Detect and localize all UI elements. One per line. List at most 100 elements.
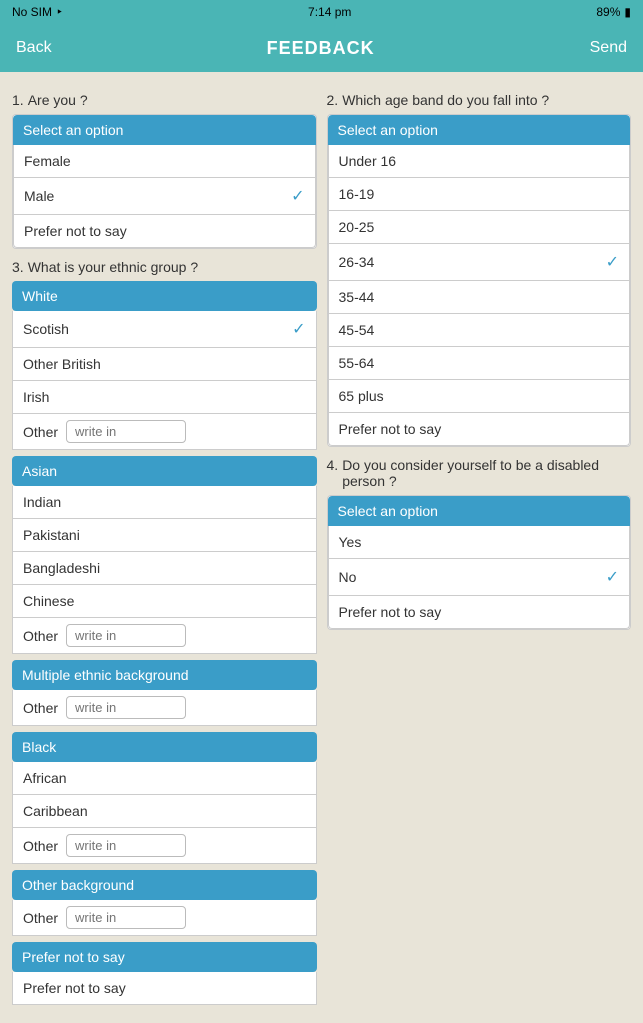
group-white-options: Scotish ✓ Other British Irish Other: [12, 311, 317, 450]
q4-number: 4.: [327, 457, 339, 473]
q2-option-under16[interactable]: Under 16: [329, 145, 630, 178]
q1-select-bar[interactable]: Select an option: [13, 115, 316, 145]
group-multiple: Multiple ethnic background Other: [12, 660, 317, 726]
q2-option-35-44[interactable]: 35-44: [329, 281, 630, 314]
nav-bar: Back FEEDBACK Send: [0, 24, 643, 72]
white-other-input[interactable]: [66, 420, 186, 443]
option-scotish[interactable]: Scotish ✓: [13, 311, 316, 348]
q4-option-no[interactable]: No ✓: [329, 559, 630, 596]
send-button[interactable]: Send: [590, 39, 627, 57]
q1-option-prefer[interactable]: Prefer not to say: [14, 215, 315, 247]
q4-options-block: Select an option Yes No ✓ Prefer not to …: [327, 495, 632, 630]
q3-label: What is your ethnic group ?: [28, 259, 198, 275]
q4-title: 4. Do you consider yourself to be a disa…: [327, 457, 632, 489]
q1-male-label: Male: [24, 188, 54, 204]
q2-option-65plus[interactable]: 65 plus: [329, 380, 630, 413]
option-other-british[interactable]: Other British: [13, 348, 316, 381]
option-other-bg-other[interactable]: Other: [13, 900, 316, 935]
question-3: 3. What is your ethnic group ? White Sco…: [12, 259, 317, 1005]
other-bg-other-input[interactable]: [66, 906, 186, 929]
q1-option-male[interactable]: Male ✓: [14, 178, 315, 215]
group-white-header: White: [12, 281, 317, 311]
group-other-bg-options: Other: [12, 900, 317, 936]
q2-option-26-34[interactable]: 26-34 ✓: [329, 244, 630, 281]
group-multiple-header: Multiple ethnic background: [12, 660, 317, 690]
q2-title: 2. Which age band do you fall into ?: [327, 92, 632, 108]
group-other-bg: Other background Other: [12, 870, 317, 936]
option-pakistani[interactable]: Pakistani: [13, 519, 316, 552]
q1-options-block: Select an option Female Male ✓ Prefer no…: [12, 114, 317, 249]
option-bangladeshi[interactable]: Bangladeshi: [13, 552, 316, 585]
q2-option-prefer[interactable]: Prefer not to say: [329, 413, 630, 445]
battery-text: 89%: [596, 5, 620, 19]
group-black-header: Black: [12, 732, 317, 762]
page-title: FEEDBACK: [267, 38, 375, 59]
option-caribbean[interactable]: Caribbean: [13, 795, 316, 828]
q1-prefer-label: Prefer not to say: [24, 223, 127, 239]
right-column: 2. Which age band do you fall into ? Sel…: [327, 84, 632, 1011]
group-prefer-options: Prefer not to say: [12, 972, 317, 1005]
status-bar-time: 7:14 pm: [308, 5, 351, 19]
q1-title: 1. Are you ?: [12, 92, 317, 108]
group-multiple-options: Other: [12, 690, 317, 726]
option-black-other[interactable]: Other: [13, 828, 316, 863]
status-bar-left: No SIM ‣: [12, 5, 63, 19]
group-black: Black African Caribbean Other: [12, 732, 317, 864]
scotish-check: ✓: [292, 319, 305, 339]
question-1: 1. Are you ? Select an option Female Mal…: [12, 92, 317, 249]
option-irish[interactable]: Irish: [13, 381, 316, 414]
q4-option-yes[interactable]: Yes: [329, 526, 630, 559]
question-4: 4. Do you consider yourself to be a disa…: [327, 457, 632, 630]
q2-number: 2.: [327, 92, 339, 108]
wifi-icon: ‣: [56, 5, 63, 19]
main-content: 1. Are you ? Select an option Female Mal…: [0, 72, 643, 1023]
q2-options-block: Select an option Under 16 16-19 20-25 26…: [327, 114, 632, 447]
status-bar: No SIM ‣ 7:14 pm 89% ▮: [0, 0, 643, 24]
q1-number: 1.: [12, 92, 24, 108]
q4-label: Do you consider yourself to be a disable…: [342, 457, 631, 489]
back-button[interactable]: Back: [16, 39, 52, 57]
question-2: 2. Which age band do you fall into ? Sel…: [327, 92, 632, 447]
option-asian-other[interactable]: Other: [13, 618, 316, 653]
q1-label: Are you ?: [28, 92, 88, 108]
q3-number: 3.: [12, 259, 24, 275]
group-asian-header: Asian: [12, 456, 317, 486]
carrier-text: No SIM: [12, 5, 52, 19]
q2-26-34-check: ✓: [606, 252, 619, 272]
q1-male-check: ✓: [291, 186, 304, 206]
group-asian-options: Indian Pakistani Bangladeshi Chinese Oth…: [12, 486, 317, 654]
q2-option-55-64[interactable]: 55-64: [329, 347, 630, 380]
option-indian[interactable]: Indian: [13, 486, 316, 519]
black-other-input[interactable]: [66, 834, 186, 857]
q3-title: 3. What is your ethnic group ?: [12, 259, 317, 275]
option-white-other[interactable]: Other: [13, 414, 316, 449]
q4-no-check: ✓: [606, 567, 619, 587]
q2-option-45-54[interactable]: 45-54: [329, 314, 630, 347]
q4-options-list: Yes No ✓ Prefer not to say: [328, 526, 631, 629]
option-african[interactable]: African: [13, 762, 316, 795]
option-multiple-other[interactable]: Other: [13, 690, 316, 725]
group-prefer-header: Prefer not to say: [12, 942, 317, 972]
left-column: 1. Are you ? Select an option Female Mal…: [12, 84, 317, 1011]
option-prefer-not-say[interactable]: Prefer not to say: [13, 972, 316, 1004]
q2-option-16-19[interactable]: 16-19: [329, 178, 630, 211]
group-prefer: Prefer not to say Prefer not to say: [12, 942, 317, 1005]
q1-female-label: Female: [24, 153, 71, 169]
battery-icon: ▮: [624, 5, 631, 19]
q4-option-prefer[interactable]: Prefer not to say: [329, 596, 630, 628]
multiple-other-input[interactable]: [66, 696, 186, 719]
group-white: White Scotish ✓ Other British Irish Othe…: [12, 281, 317, 450]
group-asian: Asian Indian Pakistani Bangladeshi Chine…: [12, 456, 317, 654]
q2-label: Which age band do you fall into ?: [342, 92, 549, 108]
status-bar-right: 89% ▮: [596, 5, 631, 19]
q1-options-list: Female Male ✓ Prefer not to say: [13, 145, 316, 248]
q2-select-bar[interactable]: Select an option: [328, 115, 631, 145]
group-other-bg-header: Other background: [12, 870, 317, 900]
q4-select-bar[interactable]: Select an option: [328, 496, 631, 526]
asian-other-input[interactable]: [66, 624, 186, 647]
group-black-options: African Caribbean Other: [12, 762, 317, 864]
q2-options-list: Under 16 16-19 20-25 26-34 ✓ 35-44: [328, 145, 631, 446]
q1-option-female[interactable]: Female: [14, 145, 315, 178]
q2-option-20-25[interactable]: 20-25: [329, 211, 630, 244]
option-chinese[interactable]: Chinese: [13, 585, 316, 618]
